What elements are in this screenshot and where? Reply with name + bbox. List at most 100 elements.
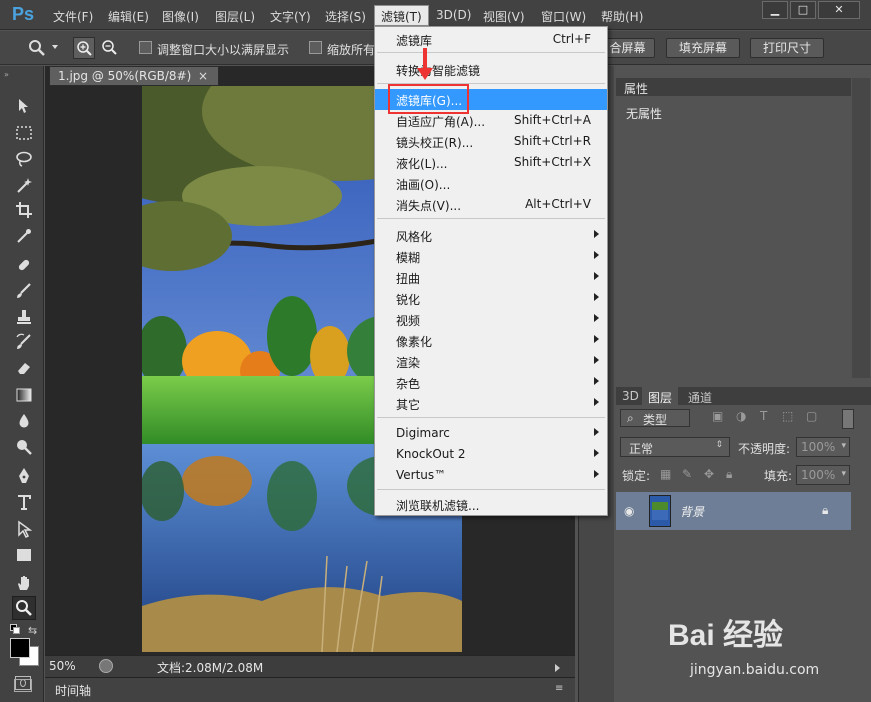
lock-all-icon[interactable]: 🔒︎ [726, 467, 732, 482]
menu-item-distort[interactable]: 扭曲 [375, 267, 607, 288]
properties-tab[interactable]: 属性 [624, 80, 648, 97]
layer-name[interactable]: 背景 [680, 503, 704, 520]
menu-type[interactable]: 文字(Y) [270, 8, 311, 25]
dodge-tool-icon[interactable] [12, 435, 36, 459]
print-size-button[interactable]: 打印尺寸 [750, 38, 824, 58]
eraser-tool-icon[interactable] [12, 356, 36, 380]
default-colors-icon[interactable] [10, 624, 20, 634]
layer-row-background[interactable]: ◉ 背景 🔒︎ [616, 492, 851, 530]
filter-adjustment-icon[interactable]: ◑ [736, 409, 746, 423]
menu-item-video[interactable]: 视频 [375, 309, 607, 330]
menu-item-convert-smart[interactable]: 转换为智能滤镜 [375, 59, 607, 80]
layer-filter-select[interactable]: ⌕ 类型 [620, 409, 690, 427]
menu-item-vanishing-point[interactable]: 消失点(V)... Alt+Ctrl+V [375, 194, 607, 215]
magic-wand-tool-icon[interactable] [12, 173, 36, 197]
lock-pixels-icon[interactable]: ✎ [682, 467, 692, 481]
menu-item-blur[interactable]: 模糊 [375, 246, 607, 267]
zoom-tool-icon[interactable] [28, 39, 46, 60]
filter-toggle-switch[interactable] [842, 409, 854, 429]
fit-screen-button[interactable]: 合屏幕 [600, 38, 655, 58]
blur-tool-icon[interactable] [12, 409, 36, 433]
menu-item-browse-online[interactable]: 浏览联机滤镜... [375, 494, 607, 515]
menu-item-vertus[interactable]: Vertus™ [375, 465, 607, 486]
foreground-color-swatch[interactable] [10, 638, 30, 658]
zoom-level[interactable]: 50% [49, 659, 76, 673]
menu-3d[interactable]: 3D(D) [436, 8, 471, 22]
menu-item-knockout[interactable]: KnockOut 2 [375, 444, 607, 465]
type-tool-icon[interactable] [12, 490, 36, 514]
document-tab-close-icon[interactable]: × [198, 69, 208, 83]
properties-scrollbar[interactable] [852, 78, 870, 378]
clone-stamp-tool-icon[interactable] [12, 305, 36, 329]
menu-layer[interactable]: 图层(L) [215, 8, 255, 25]
pen-tool-icon[interactable] [12, 464, 36, 488]
zoom-out-icon[interactable] [99, 37, 121, 59]
opacity-field[interactable]: 100% ▾ [796, 437, 850, 457]
rectangle-tool-icon[interactable] [12, 543, 36, 567]
timeline-menu-icon[interactable]: ≡ [555, 683, 563, 694]
menu-item-noise[interactable]: 杂色 [375, 372, 607, 393]
menu-select[interactable]: 选择(S) [325, 8, 366, 25]
menu-item-oil-paint[interactable]: 油画(O)... [375, 173, 607, 194]
lock-transparent-icon[interactable]: ▦ [660, 467, 671, 481]
menu-item-sharpen[interactable]: 锐化 [375, 288, 607, 309]
menu-filter[interactable]: 滤镜(T) [374, 5, 429, 26]
zoom-all-checkbox[interactable] [309, 41, 322, 54]
close-button[interactable]: ✕ [818, 1, 860, 19]
marquee-tool-icon[interactable] [12, 121, 36, 145]
menu-edit[interactable]: 编辑(E) [108, 8, 149, 25]
path-selection-tool-icon[interactable] [12, 517, 36, 541]
filter-pixel-icon[interactable]: ▣ [712, 409, 723, 423]
visibility-eye-icon[interactable]: ◉ [624, 504, 634, 518]
resize-windows-checkbox[interactable] [139, 41, 152, 54]
fill-screen-button[interactable]: 填充屏幕 [666, 38, 740, 58]
menu-item-liquify[interactable]: 液化(L)... Shift+Ctrl+X [375, 152, 607, 173]
fill-chevron-icon[interactable]: ▾ [841, 469, 846, 479]
tab-channels[interactable]: 通道 [688, 389, 712, 406]
status-info-icon[interactable] [99, 659, 113, 673]
menu-item-last-filter[interactable]: 滤镜库 Ctrl+F [375, 29, 607, 50]
move-tool-icon[interactable] [12, 94, 36, 118]
brush-tool-icon[interactable] [12, 279, 36, 303]
status-menu-arrow-icon[interactable] [555, 664, 560, 672]
menu-item-render[interactable]: 渲染 [375, 351, 607, 372]
fill-field[interactable]: 100% ▾ [796, 465, 850, 485]
eyedropper-tool-icon[interactable] [12, 224, 36, 248]
swap-colors-icon[interactable]: ⇆ [28, 624, 37, 637]
menu-image[interactable]: 图像(I) [162, 8, 199, 25]
submenu-arrow-icon [594, 398, 599, 406]
hand-tool-icon[interactable] [12, 571, 36, 595]
minimize-button[interactable]: ▁ [762, 1, 788, 19]
tab-layers[interactable]: 图层 [642, 387, 679, 405]
opacity-chevron-icon[interactable]: ▾ [841, 441, 846, 451]
menu-item-other[interactable]: 其它 [375, 393, 607, 414]
menu-file[interactable]: 文件(F) [53, 8, 93, 25]
menu-item-lens-correction[interactable]: 镜头校正(R)... Shift+Ctrl+R [375, 131, 607, 152]
filter-shape-icon[interactable]: ⬚ [782, 409, 793, 423]
crop-tool-icon[interactable] [12, 198, 36, 222]
blend-mode-select[interactable]: 正常 ⇕ [620, 437, 730, 457]
filter-smart-object-icon[interactable]: ▢ [806, 409, 817, 423]
toolbar-collapse-icon[interactable]: » [4, 70, 40, 79]
menu-view[interactable]: 视图(V) [483, 8, 525, 25]
filter-type-icon[interactable]: T [760, 409, 767, 423]
document-tab[interactable]: 1.jpg @ 50%(RGB/8#) × [49, 66, 219, 86]
zoom-in-icon[interactable] [73, 37, 95, 59]
maximize-button[interactable]: □ [790, 1, 816, 19]
menu-help[interactable]: 帮助(H) [601, 8, 643, 25]
menu-window[interactable]: 窗口(W) [541, 8, 586, 25]
lock-position-icon[interactable]: ✥ [704, 467, 714, 481]
timeline-tab[interactable]: 时间轴 [55, 682, 91, 699]
tool-preset-chevron-icon[interactable] [52, 45, 58, 49]
tab-3d[interactable]: 3D [622, 389, 639, 403]
healing-brush-tool-icon[interactable] [12, 253, 36, 277]
zoom-tool-active-icon[interactable] [12, 596, 36, 620]
gradient-tool-icon[interactable] [12, 383, 36, 407]
menu-item-digimarc[interactable]: Digimarc [375, 423, 607, 444]
menu-item-stylize[interactable]: 风格化 [375, 225, 607, 246]
history-brush-tool-icon[interactable] [12, 330, 36, 354]
screen-mode-icon[interactable] [14, 679, 32, 692]
menu-separator [377, 218, 605, 219]
lasso-tool-icon[interactable] [12, 147, 36, 171]
menu-item-pixelate[interactable]: 像素化 [375, 330, 607, 351]
